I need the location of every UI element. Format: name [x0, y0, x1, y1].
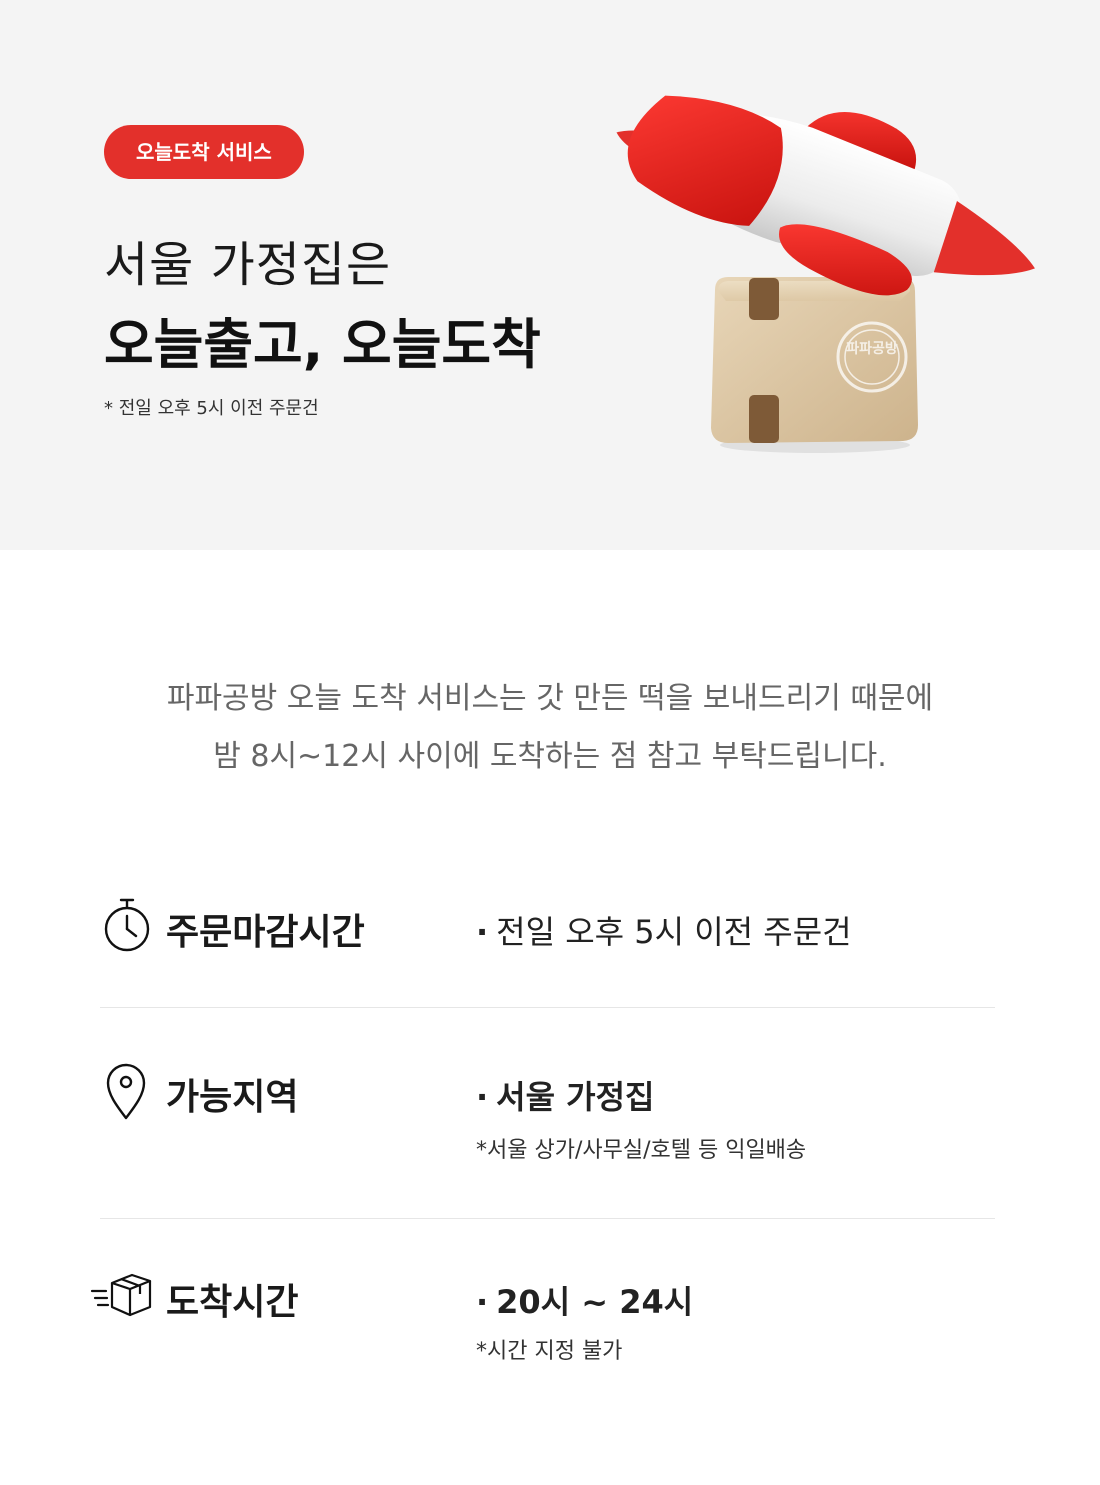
hero-title-line1: 서울 가정집은	[104, 237, 392, 293]
available-area-value-text: 서울 가정집	[496, 1078, 655, 1116]
hero-banner: 오늘도착 서비스 서울 가정집은 오늘출고, 오늘도착 * 전일 오후 5시 이…	[0, 0, 1100, 550]
arrival-time-note: *시간 지정 불가	[476, 1339, 623, 1364]
box-stamp-text: 파파공방	[846, 340, 898, 357]
stopwatch-icon	[104, 898, 150, 952]
intro-line-2: 밤 8시~12시 사이에 도착하는 점 참고 부탁드립니다.	[213, 739, 887, 774]
bullet: ·	[476, 1078, 489, 1116]
divider	[100, 1007, 995, 1008]
page: 오늘도착 서비스 서울 가정집은 오늘출고, 오늘도착 * 전일 오후 5시 이…	[0, 0, 1100, 1485]
arrival-time-value: · 20시 ~ 24시	[476, 1277, 693, 1323]
order-cutoff-value: · 전일 오후 5시 이전 주문건	[476, 907, 852, 953]
intro-text: 파파공방 오늘 도착 서비스는 갓 만든 떡을 보내드리기 때문에 밤 8시~1…	[0, 670, 1100, 786]
available-area-value: · 서울 가정집	[476, 1072, 655, 1118]
service-badge: 오늘도착 서비스	[104, 125, 304, 179]
order-cutoff-label: 주문마감시간	[166, 912, 365, 953]
location-pin-icon	[106, 1063, 146, 1120]
bullet: ·	[476, 1283, 489, 1321]
order-cutoff-value-text: 전일 오후 5시 이전 주문건	[496, 913, 852, 951]
info-row-arrival-time: 도착시간 · 20시 ~ 24시 *시간 지정 불가	[90, 1265, 995, 1385]
available-area-label: 가능지역	[166, 1077, 299, 1118]
cardboard-box: 파파공방	[711, 277, 918, 443]
delivery-box-icon	[90, 1273, 152, 1317]
arrival-time-value-text: 20시 ~ 24시	[496, 1283, 694, 1321]
divider	[100, 1218, 995, 1219]
rocket-on-box-icon: 파파공방	[616, 95, 1035, 453]
arrival-time-label: 도착시간	[166, 1282, 299, 1323]
hero-note: * 전일 오후 5시 이전 주문건	[104, 398, 319, 419]
bullet: ·	[476, 913, 489, 951]
info-row-available-area: 가능지역 · 서울 가정집 *서울 상가/사무실/호텔 등 익일배송	[100, 1060, 995, 1180]
hero-title-line2: 오늘출고, 오늘도착	[104, 313, 541, 376]
info-row-order-cutoff: 주문마감시간 · 전일 오후 5시 이전 주문건	[100, 895, 995, 965]
available-area-note: *서울 상가/사무실/호텔 등 익일배송	[476, 1138, 807, 1163]
intro-line-1: 파파공방 오늘 도착 서비스는 갓 만든 떡을 보내드리기 때문에	[166, 681, 934, 716]
